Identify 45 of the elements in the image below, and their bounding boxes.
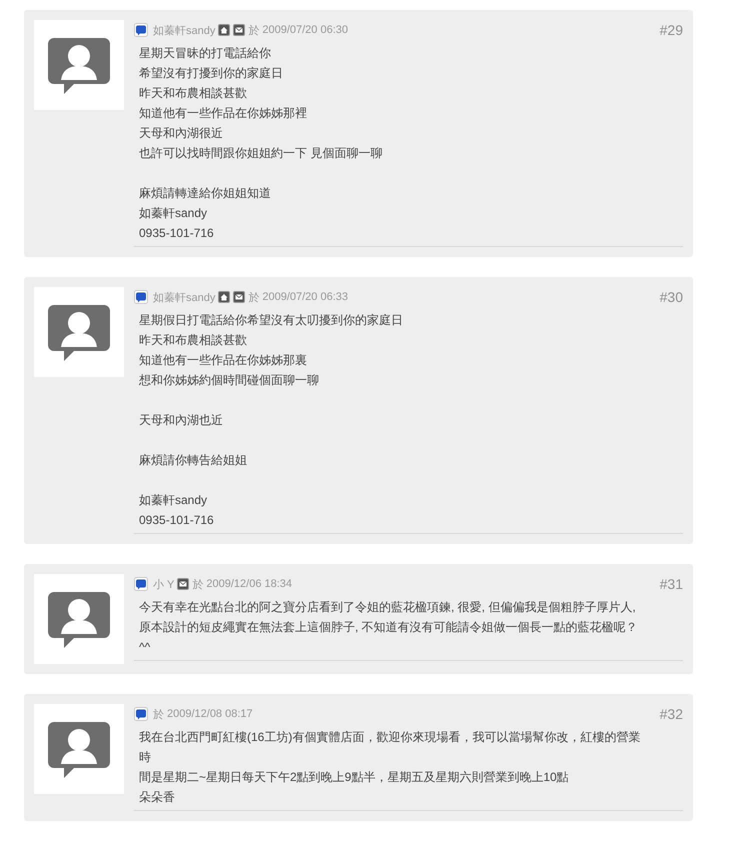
on-label: 於 bbox=[192, 578, 204, 592]
comment-line: 知道他有一些作品在你姊姊那裡 bbox=[139, 105, 308, 122]
author-name[interactable]: 如蓁軒sandy bbox=[153, 290, 216, 304]
post-number[interactable]: #31 bbox=[660, 576, 683, 592]
on-label: 於 bbox=[248, 24, 260, 38]
post-number[interactable]: #29 bbox=[660, 22, 683, 38]
on-label: 於 bbox=[248, 290, 260, 304]
home-icon[interactable] bbox=[218, 24, 230, 36]
comment-line: 我在台北西門町紅樓(16工坊)有個實體店面，歡迎你來現場看，我可以當場幫你改，紅樓的營業時 bbox=[139, 729, 642, 766]
mail-icon[interactable] bbox=[233, 291, 246, 303]
comment-line: 昨天和布農相談甚歡 bbox=[139, 85, 248, 102]
comment-line: 希望沒有打擾到你的家庭日 bbox=[139, 65, 284, 82]
post-number[interactable]: #30 bbox=[660, 289, 683, 305]
mail-icon[interactable] bbox=[233, 24, 246, 36]
comment-line: 0935-101-716 bbox=[139, 512, 215, 529]
comment-line: 知道他有一些作品在你姊姊那裏 bbox=[139, 352, 308, 369]
speech-bubble-icon bbox=[134, 23, 148, 37]
comment-line: 0935-101-716 bbox=[139, 225, 215, 242]
comment-line: 麻煩請轉達給你姐姐知道 bbox=[139, 185, 272, 202]
speech-bubble-icon bbox=[134, 577, 148, 591]
post-date: 2009/07/20 06:33 bbox=[262, 291, 348, 303]
comment-line: 麻煩請你轉告給姐姐 bbox=[139, 452, 248, 469]
comment-line: 天母和內湖很近 bbox=[139, 125, 224, 142]
comment-line: 星期假日打電話給你希望沒有太叨擾到你的家庭日 bbox=[139, 312, 404, 329]
comment-line: 也許可以找時間跟你姐姐約一下 見個面聊一聊 bbox=[139, 145, 384, 162]
comment-line: 想和你姊姊約個時間碰個面聊一聊 bbox=[139, 372, 320, 389]
mail-icon[interactable] bbox=[177, 578, 190, 590]
comment-line: 今天有幸在光點台北的阿之寶分店看到了令姐的藍花楹項鍊, 很愛, 但偏偏我是個粗脖子厚片人, 原本設計的短皮繩實在無法套上這個脖子, 不知道有沒有可能請令姐做一個長一點的藍花楹呢？^^ bbox=[139, 599, 639, 656]
post-date: 2009/07/20 06:30 bbox=[262, 24, 348, 36]
author-name[interactable]: 如蓁軒sandy bbox=[153, 22, 216, 38]
comment-line: 昨天和布農相談甚歡 bbox=[139, 332, 248, 349]
post-date: 2009/12/06 18:34 bbox=[206, 578, 292, 590]
post-date: 2009/12/08 08:17 bbox=[167, 708, 253, 720]
comment-line: 星期天冒昧的打電話給你 bbox=[139, 45, 272, 62]
home-icon[interactable] bbox=[218, 291, 230, 303]
speech-bubble-icon bbox=[134, 290, 148, 304]
speech-bubble-icon bbox=[134, 707, 148, 721]
author-name[interactable]: 小 Y bbox=[153, 576, 174, 592]
comment-line: 間是星期二~星期日每天下午2點到晚上9點半，星期五及星期六則營業到晚上10點 bbox=[139, 769, 570, 786]
comment-line: 如蓁軒sandy bbox=[139, 205, 208, 222]
on-label: 於 bbox=[153, 708, 164, 722]
comment-line: 朵朵香 bbox=[139, 789, 176, 806]
comment-line: 天母和內湖也近 bbox=[139, 412, 224, 429]
post-number[interactable]: #32 bbox=[660, 706, 683, 722]
comment-line: 如蓁軒sandy bbox=[139, 492, 208, 509]
